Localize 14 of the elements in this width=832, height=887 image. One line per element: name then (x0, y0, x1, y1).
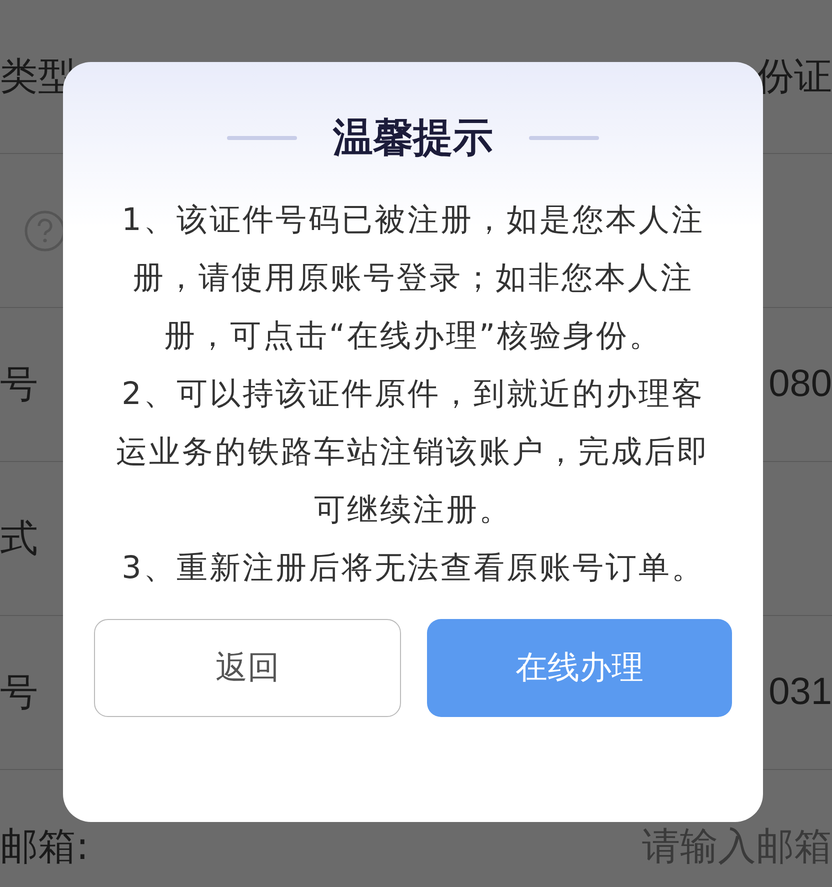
field-label: 号 (0, 361, 38, 408)
field-label: 邮箱: (0, 823, 89, 870)
help-icon[interactable] (24, 210, 66, 252)
field-label: 式 (0, 515, 38, 562)
field-value: 031 (768, 671, 832, 714)
field-value: 080 (768, 363, 832, 406)
notice-paragraph: 1、该证件号码已被注册，如是您本人注册，请使用原账号登录；如非您本人注册，可点击“在线办理”核验身份。 (120, 201, 706, 356)
notice-paragraph: 3、重新注册后将无法查看原账号订单。 (122, 549, 704, 588)
field-label: 号 (0, 669, 38, 716)
field-value: 份证 (756, 55, 832, 100)
notice-paragraph: 2、可以持该证件原件，到就近的办理客运业务的铁路车站注销该账户，完成后即可继续注册。 (115, 375, 711, 530)
dialog-title: 温馨提示 (333, 114, 493, 163)
online-handle-button[interactable]: 在线办理 (427, 619, 732, 717)
back-button[interactable]: 返回 (94, 619, 401, 717)
